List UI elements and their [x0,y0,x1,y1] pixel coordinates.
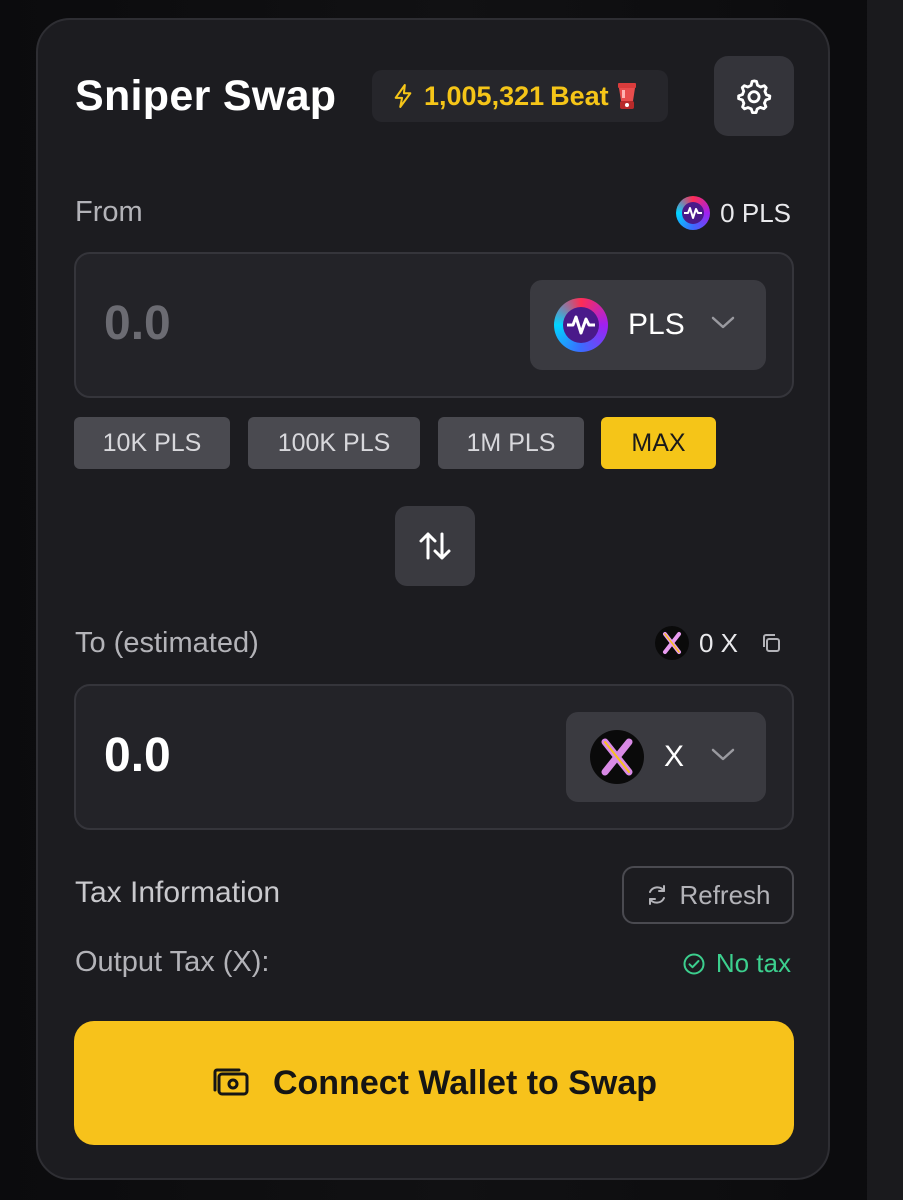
connect-wallet-button[interactable]: Connect Wallet to Swap [74,1021,794,1145]
quick-amount-1m[interactable]: 1M PLS [438,417,584,469]
refresh-icon [649,885,666,905]
to-token-select[interactable]: X [566,712,766,802]
to-balance-text: 0 X [698,627,738,658]
check-circle-icon [683,953,705,974]
beat-unit: Beat [550,80,609,111]
refresh-button[interactable]: Refresh [622,866,794,924]
from-balance-text: 0 PLS [720,197,791,228]
from-amount-input[interactable]: 0.0 [104,296,171,351]
blender-icon [617,83,636,109]
tax-info-heading: Tax Information [75,876,281,909]
to-token-name: X [664,740,685,773]
page: Sniper Swap 1,005,321 Beat From 0 PLS 0.… [0,0,903,1200]
chevron-down-icon [711,316,735,329]
beat-amount: 1,005,321 [424,80,545,111]
page-title: Sniper Swap [75,72,337,120]
to-input-box: 0.0 X [74,684,794,830]
output-tax-status: No tax [682,948,791,979]
gear-icon [737,79,772,115]
from-token-name: PLS [628,308,685,341]
connect-wallet-label: Connect Wallet to Swap [272,1063,658,1102]
chevron-down-icon [711,748,735,761]
to-label: To (estimated) [75,627,259,659]
side-strip [867,0,903,1200]
quick-amount-10k[interactable]: 10K PLS [74,417,230,469]
quick-amount-100k[interactable]: 100K PLS [248,417,420,469]
from-token-select[interactable]: PLS [530,280,766,370]
pls-logo [676,196,711,230]
from-label: From [75,196,143,228]
copy-icon[interactable] [760,632,782,654]
swap-arrows-icon [419,532,451,560]
settings-button[interactable] [714,56,794,136]
x-logo [590,730,644,784]
wallet-icon [213,1068,249,1096]
output-tax-label: Output Tax (X): [75,946,270,978]
beat-balance-badge: 1,005,321 Beat [372,70,668,122]
quick-amount-max[interactable]: MAX [601,417,716,469]
to-amount-output: 0.0 [104,729,171,782]
pls-logo [554,298,608,352]
from-balance: 0 PLS [676,196,791,230]
output-tax-value: No tax [715,948,791,978]
bolt-icon [394,83,412,109]
from-input-box: 0.0 PLS [74,252,794,398]
swap-card: Sniper Swap 1,005,321 Beat From 0 PLS 0.… [36,18,830,1180]
to-balance: 0 X [654,626,782,660]
switch-direction-button[interactable] [395,506,475,586]
x-logo [654,626,689,660]
refresh-label: Refresh [679,879,771,910]
